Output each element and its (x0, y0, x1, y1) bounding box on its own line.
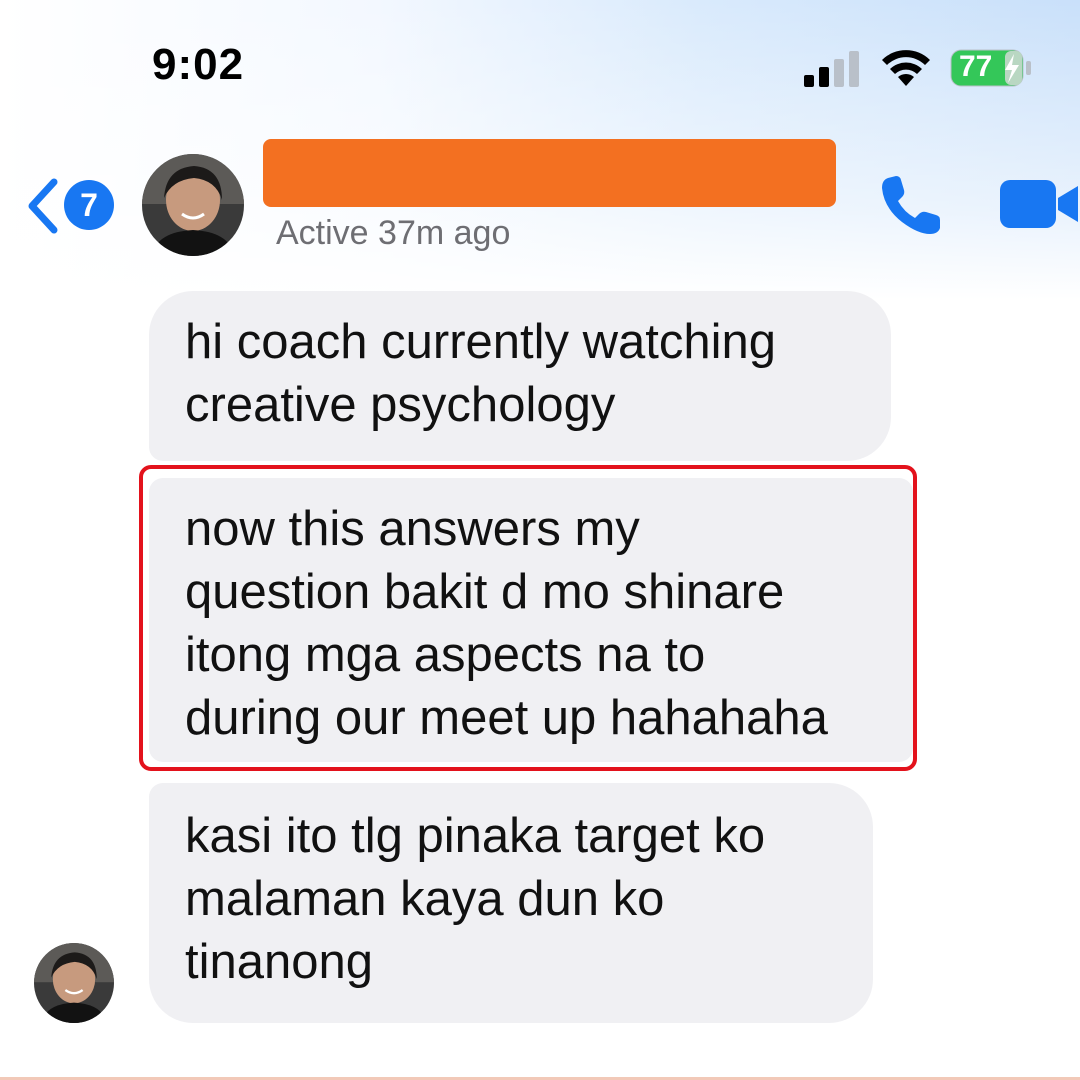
message-text-line: hi coach currently watching (185, 315, 777, 369)
message-bubble[interactable]: hi coach currently watching creative psy… (149, 291, 891, 461)
message-text-line: tinanong (185, 935, 374, 989)
video-camera-icon[interactable] (998, 176, 1080, 232)
cellular-signal-icon (804, 51, 859, 87)
active-status: Active 37m ago (276, 214, 511, 252)
contact-name-redacted[interactable] (263, 139, 836, 207)
message-text-line: creative psychology (185, 378, 616, 432)
status-time: 9:02 (152, 40, 245, 89)
wifi-icon (882, 50, 930, 86)
avatar-image (34, 943, 114, 1023)
phone-icon[interactable] (878, 172, 944, 238)
highlight-annotation-box (139, 465, 917, 771)
unread-count-badge: 7 (64, 180, 114, 230)
message-text-line: malaman kaya dun ko (185, 872, 665, 926)
message-text-line: kasi ito tlg pinaka target ko (185, 809, 766, 863)
contact-avatar[interactable] (142, 154, 244, 256)
sender-avatar[interactable] (34, 943, 114, 1023)
battery-level-text: 77 (959, 50, 993, 83)
back-chevron-icon (28, 178, 58, 234)
back-button[interactable]: 7 (24, 172, 120, 236)
avatar-image (142, 154, 244, 256)
message-bubble[interactable]: kasi ito tlg pinaka target ko malaman ka… (149, 783, 873, 1023)
